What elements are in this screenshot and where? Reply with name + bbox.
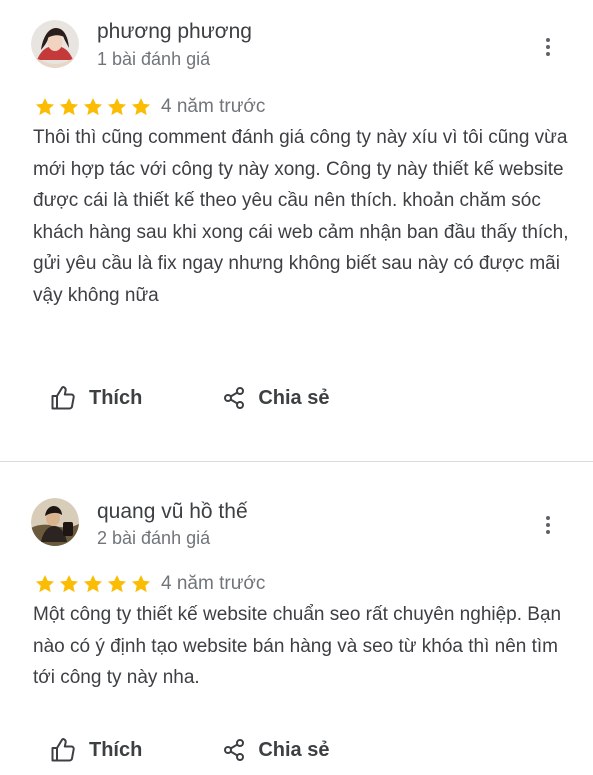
share-button[interactable]: Chia sẻ: [222, 738, 330, 762]
review-actions: Thích Chia sẻ: [50, 383, 330, 413]
star-icon: [34, 573, 56, 595]
review-card: quang vũ hồ thế 2 bài đánh giá 4 năm trư…: [0, 462, 593, 775]
share-icon: [222, 386, 246, 410]
review-card: phương phương 1 bài đánh giá 4 năm trước…: [0, 0, 593, 461]
more-vert-icon[interactable]: [537, 512, 559, 538]
share-label: Chia sẻ: [258, 386, 330, 409]
avatar[interactable]: [31, 20, 79, 68]
share-button[interactable]: Chia sẻ: [222, 386, 330, 410]
rating-row: 4 năm trước: [34, 95, 265, 119]
thumb-up-icon: [50, 385, 76, 411]
rating-row: 4 năm trước: [34, 572, 265, 596]
star-icon: [58, 96, 80, 118]
review-text: Thôi thì cũng comment đánh giá công ty n…: [33, 127, 569, 306]
star-icon: [58, 573, 80, 595]
star-icon: [82, 573, 104, 595]
star-icon: [34, 96, 56, 118]
star-icon: [82, 96, 104, 118]
star-icon: [130, 96, 152, 118]
like-label: Thích: [89, 386, 143, 409]
review-text: Một công ty thiết kế website chuẩn seo r…: [33, 604, 562, 688]
review-count: 1 bài đánh giá: [97, 49, 211, 69]
avatar[interactable]: [31, 498, 79, 546]
reviewer-name[interactable]: phương phương: [97, 20, 252, 44]
like-button[interactable]: Thích: [50, 385, 142, 411]
share-label: Chia sẻ: [258, 738, 330, 761]
reviewer-name[interactable]: quang vũ hồ thế: [97, 500, 248, 524]
star-rating: [34, 573, 152, 595]
review-actions: Thích Chia sẻ: [50, 735, 330, 765]
star-icon: [106, 573, 128, 595]
share-icon: [222, 738, 246, 762]
like-button[interactable]: Thích: [50, 737, 142, 763]
review-time: 4 năm trước: [161, 96, 266, 117]
more-vert-icon[interactable]: [537, 34, 559, 60]
star-icon: [130, 573, 152, 595]
like-label: Thích: [89, 738, 143, 761]
review-time: 4 năm trước: [161, 573, 266, 594]
star-rating: [34, 96, 152, 118]
review-count: 2 bài đánh giá: [97, 528, 211, 548]
star-icon: [106, 96, 128, 118]
thumb-up-icon: [50, 737, 76, 763]
